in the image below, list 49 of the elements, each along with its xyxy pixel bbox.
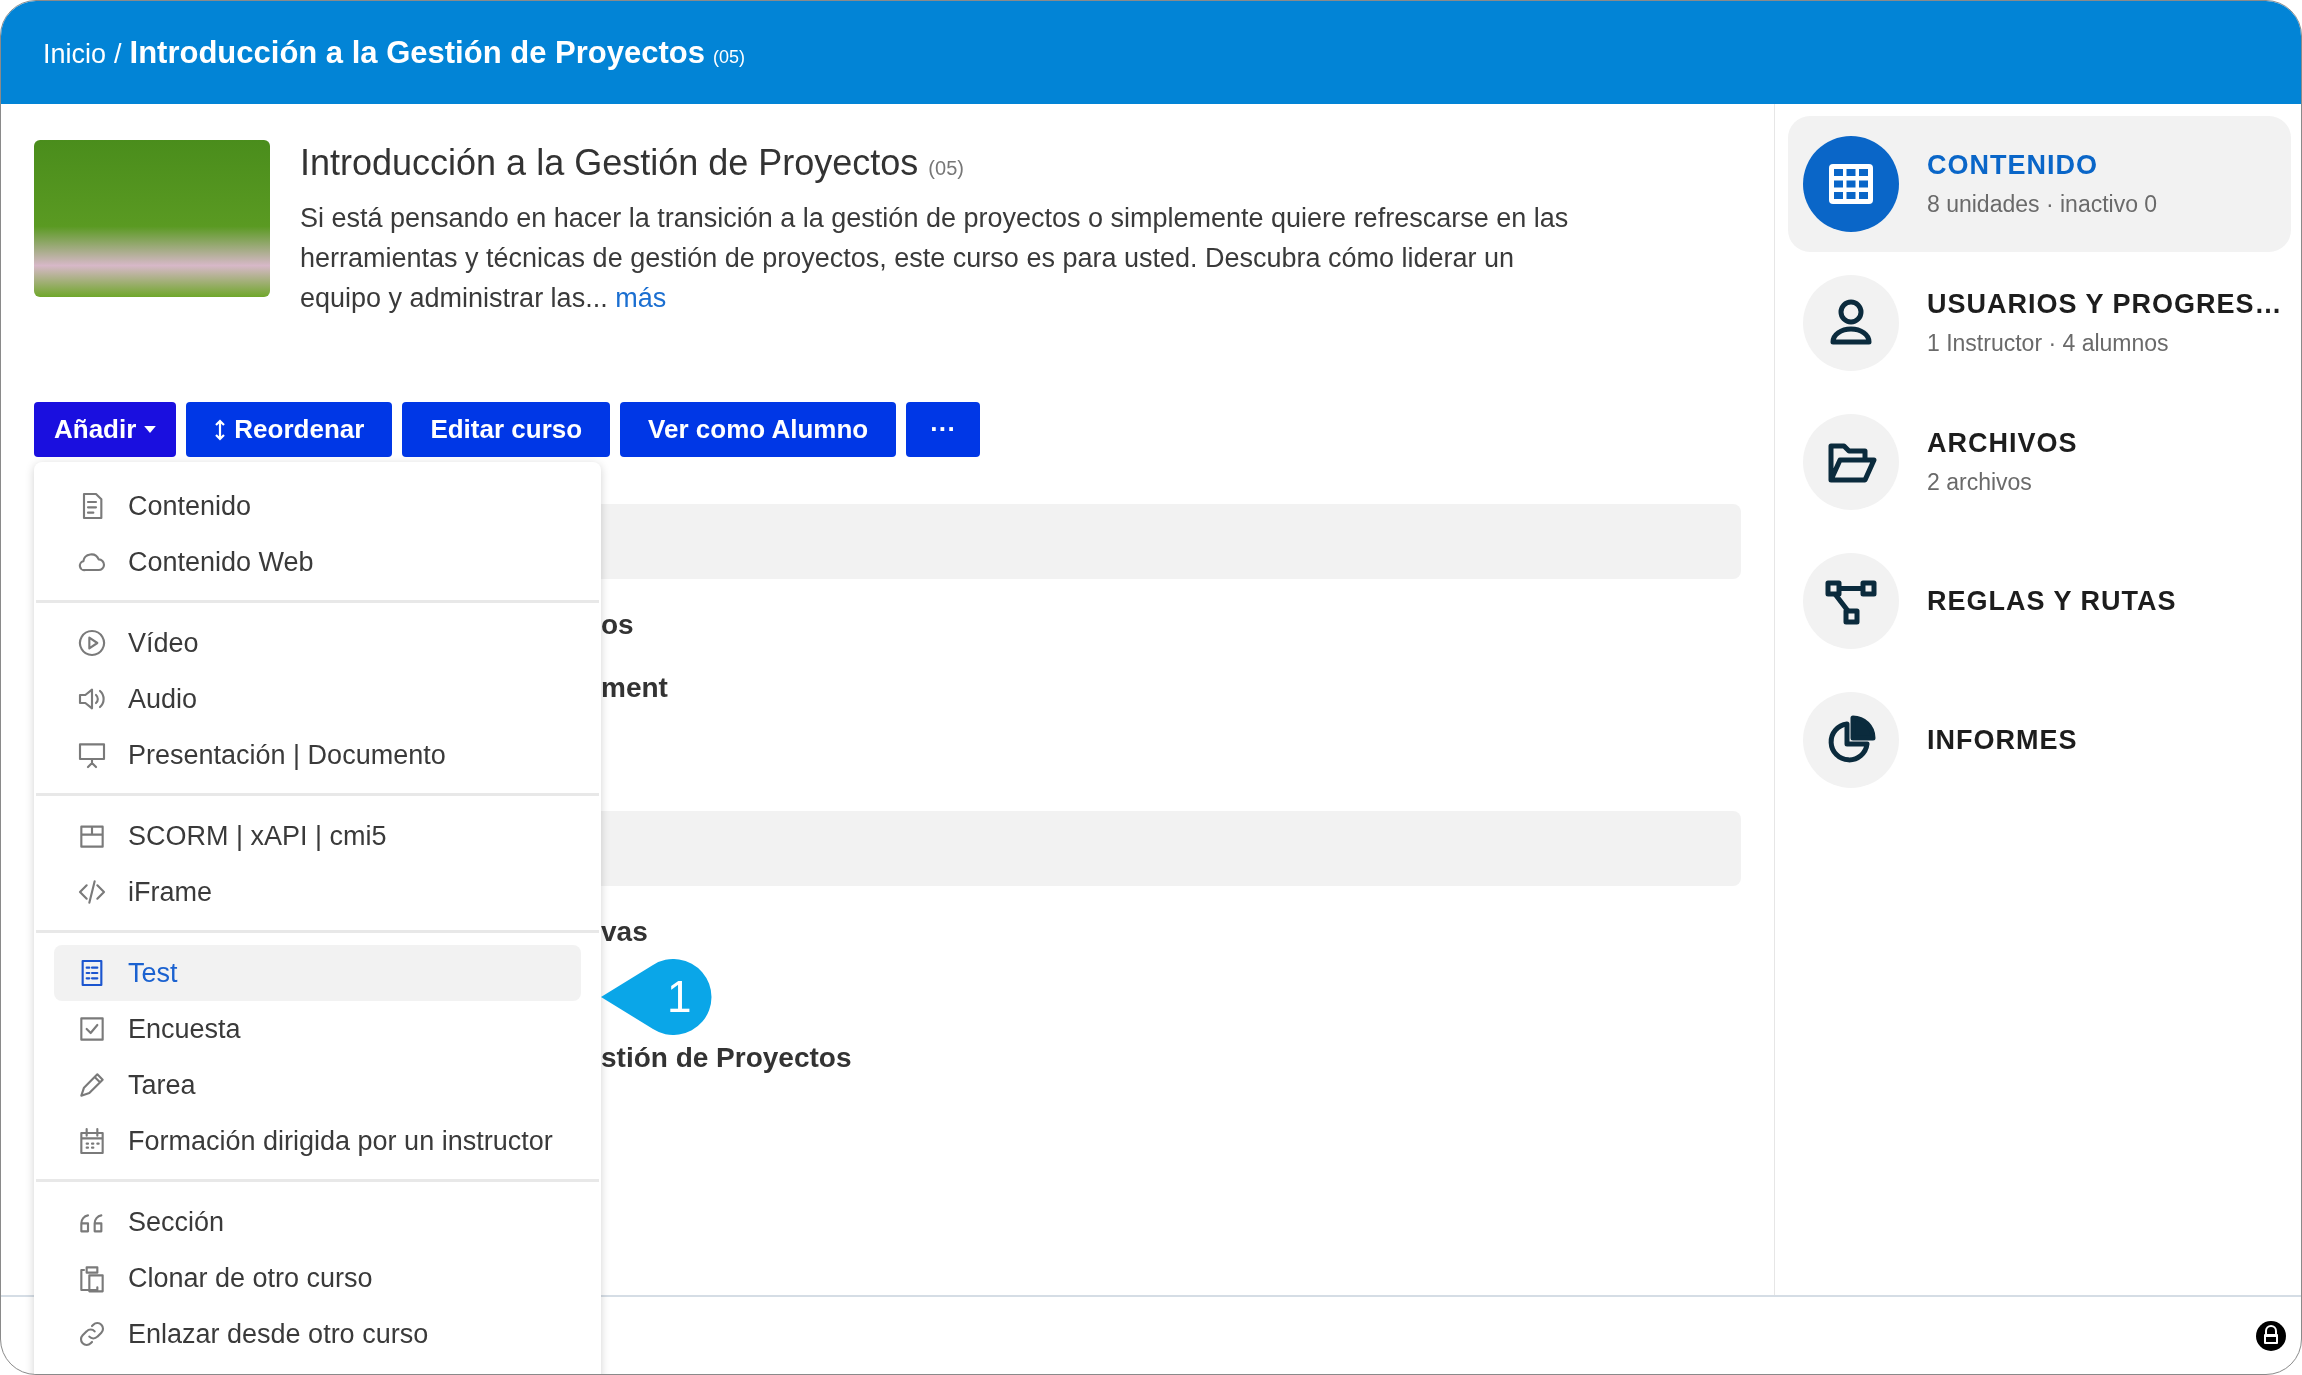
menu-item[interactable]: iFrame	[34, 864, 601, 920]
more-button[interactable]: ···	[906, 402, 981, 457]
menu-item[interactable]: Tarea	[34, 1057, 601, 1113]
sidebar-item-title: REGLAS Y RUTAS	[1927, 585, 2177, 617]
more-link[interactable]: más	[615, 283, 667, 313]
menu-item[interactable]: Enlazar desde otro curso	[34, 1306, 601, 1362]
menu-item[interactable]: Contenido	[34, 478, 601, 534]
sidebar-item[interactable]: USUARIOS Y PROGRES… 1 Instructor · 4 alumnos	[1788, 255, 2291, 391]
menu-item[interactable]: Presentación | Documento	[34, 727, 601, 783]
nodes-icon	[1803, 553, 1899, 649]
menu-item[interactable]: Encuesta	[34, 1001, 601, 1057]
person-icon	[1803, 275, 1899, 371]
course-code: (05)	[712, 47, 745, 68]
action-button[interactable]: Ver como Alumno	[620, 402, 897, 457]
sidebar-item-subtitle: 1 Instructor · 4 alumnos	[1927, 330, 2170, 357]
play-icon	[76, 627, 108, 659]
sidebar-item-title: ARCHIVOS	[1927, 428, 2078, 459]
lock-icon[interactable]	[2255, 1319, 2287, 1352]
breadcrumb-separator: /	[114, 39, 122, 70]
sidebar-item-title: USUARIOS Y PROGRES…	[1927, 289, 2283, 320]
sidebar-item[interactable]: ARCHIVOS 2 archivos	[1788, 394, 2291, 530]
menu-item[interactable]: Clonar de otro curso	[34, 1250, 601, 1306]
up-down-arrow-icon	[214, 417, 227, 442]
course-code: (05)	[928, 157, 964, 180]
breadcrumb-current: Introducción a la Gestión de Proyectos	[129, 35, 705, 71]
sidebar-item-title: CONTENIDO	[1927, 150, 2099, 181]
sidebar-item[interactable]: INFORMES	[1788, 672, 2291, 808]
folder-icon	[1803, 414, 1899, 510]
menu-item[interactable]: Sección	[34, 1194, 601, 1250]
add-dropdown-button[interactable]: Añadir	[34, 402, 177, 457]
menu-item[interactable]: Formación dirigida por un instructor	[34, 1113, 601, 1169]
menu-item[interactable]: Contenido Web	[34, 534, 601, 590]
sidebar-item[interactable]: CONTENIDO 8 unidades · inactivo 0	[1788, 116, 2291, 252]
menu-item[interactable]: Audio	[34, 671, 601, 727]
caret-icon	[144, 426, 157, 433]
pie-chart-icon	[1803, 692, 1899, 788]
action-button[interactable]: Editar curso	[402, 402, 611, 457]
sidebar-item-title: INFORMES	[1927, 724, 2078, 756]
grid-icon	[1803, 136, 1899, 232]
sidebar-item[interactable]: REGLAS Y RUTAS	[1788, 533, 2291, 669]
sidebar-item-subtitle: 8 unidades · inactivo 0	[1927, 191, 2158, 218]
menu-item[interactable]: SCORM | xAPI | cmi5	[34, 808, 601, 864]
breadcrumb-link[interactable]: Inicio	[43, 39, 107, 70]
menu-item[interactable]: Test	[54, 945, 581, 1001]
course-description: Si está pensando en hacer la transición a la gestión de proyectos o simplemente quiere refrescarse en las herramientas y técnicas de gestión de proyectos, este curso es para usted. Descubra cómo liderar un equipo y administrar las... más	[300, 202, 1570, 315]
menu-item[interactable]: Vídeo	[34, 615, 601, 671]
sidebar-item-subtitle: 2 archivos	[1927, 469, 2033, 496]
course-title: Introducción a la Gestión de Proyectos	[300, 142, 919, 184]
reorder-button[interactable]: Reordenar	[186, 402, 393, 457]
